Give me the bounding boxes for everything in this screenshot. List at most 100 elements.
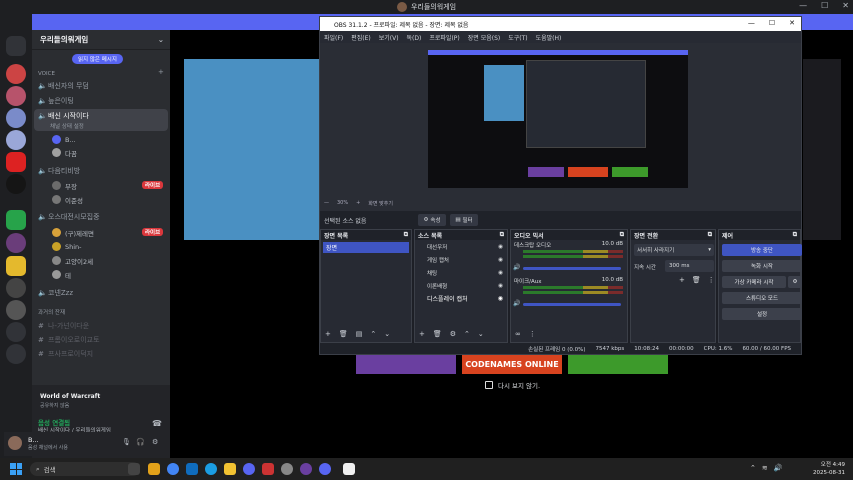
server-icon[interactable] (6, 152, 26, 172)
voice-channel[interactable]: 🔈 오스대전시모집중 (38, 211, 100, 223)
explore-icon[interactable] (6, 344, 26, 364)
close-icon[interactable]: ✕ (789, 19, 795, 27)
maximize-icon[interactable]: ☐ (821, 1, 828, 10)
app-icon[interactable] (281, 463, 293, 475)
menu-scene-collection[interactable]: 장면 모음(S) (468, 33, 500, 42)
source-item[interactable]: 대선우저 ◉ (415, 240, 507, 253)
dock-menu-icon[interactable]: ⧉ (620, 231, 624, 239)
app-icon[interactable] (343, 463, 355, 475)
volume-icon[interactable]: 🔊 (513, 264, 520, 271)
eye-icon[interactable]: ◉ (498, 283, 503, 289)
explorer-icon[interactable] (224, 463, 236, 475)
voice-user[interactable]: 이준성 (52, 194, 83, 205)
add-icon[interactable]: + (419, 330, 425, 338)
text-channel[interactable]: # 나-가넌이다운 (38, 320, 89, 332)
voice-channel[interactable]: 🔈 배신 시작이다 (38, 110, 89, 122)
arrow-down-icon[interactable]: ⌄ (384, 330, 390, 338)
disconnect-icon[interactable]: ☎ (152, 419, 162, 428)
start-icon[interactable] (10, 463, 22, 475)
scene-item[interactable]: 장면 (323, 242, 409, 253)
gear-icon[interactable]: ⚙ (152, 438, 158, 446)
server-header[interactable]: 우리들의워게임 ⌄ (32, 30, 170, 50)
filter-icon[interactable]: ▤ (356, 330, 363, 338)
dm-home-icon[interactable] (6, 36, 26, 56)
task-view-icon[interactable] (128, 463, 140, 475)
obs-preview[interactable]: — 30% + 화면 맞추기 (320, 43, 801, 211)
dock-menu-icon[interactable]: ⧉ (708, 231, 712, 239)
menu-dock[interactable]: 독(D) (407, 33, 422, 42)
menu-file[interactable]: 파일(F) (324, 33, 343, 42)
source-item[interactable]: 이론배형 ◉ (415, 279, 507, 292)
transition-select[interactable]: 서서히 사라지기 ▾ (634, 244, 714, 256)
eye-icon[interactable]: ◉ (498, 257, 503, 263)
chevron-down-icon[interactable]: ⌄ (158, 35, 164, 44)
add-icon[interactable]: + (325, 330, 331, 338)
voice-user[interactable]: 다꿈 (52, 147, 77, 158)
volume-icon[interactable]: 🔊 (513, 300, 520, 307)
server-icon[interactable] (6, 64, 26, 84)
voice-user[interactable]: 테 (52, 269, 71, 280)
zoom-in-icon[interactable]: + (356, 200, 360, 207)
properties-button[interactable]: ⚙ 속성 (418, 214, 446, 226)
maximize-icon[interactable]: ☐ (769, 19, 775, 27)
menu-edit[interactable]: 편집(E) (351, 33, 371, 42)
duration-input[interactable]: 300 ms (665, 260, 714, 272)
start-recording-button[interactable]: 녹화 시작 (722, 260, 802, 272)
mic-icon[interactable]: 🎙 (122, 438, 131, 446)
eye-icon[interactable]: ◉ (498, 270, 503, 276)
volume-slider[interactable] (523, 267, 621, 270)
dock-menu-icon[interactable]: ⧉ (404, 231, 408, 239)
text-channel[interactable]: # 프롬이오로이교토 (38, 334, 100, 346)
arrow-down-icon[interactable]: ⌄ (478, 330, 484, 338)
minimize-icon[interactable]: — (799, 1, 807, 10)
server-icon[interactable] (6, 174, 26, 194)
server-icon[interactable] (6, 278, 26, 298)
server-icon[interactable] (6, 210, 26, 230)
fit-label[interactable]: 화면 맞추기 (368, 200, 393, 207)
app-icon[interactable] (300, 463, 312, 475)
voice-channel[interactable]: 🔈 코넨Zzz (38, 287, 73, 299)
server-icon[interactable] (6, 300, 26, 320)
dock-menu-icon[interactable]: ⧉ (793, 231, 797, 239)
trash-icon[interactable]: 🗑 (692, 276, 701, 284)
zoom-out-icon[interactable]: — (324, 200, 329, 207)
headphone-icon[interactable]: 🎧 (136, 438, 145, 446)
close-icon[interactable]: ✕ (842, 1, 849, 10)
add-icon[interactable]: + (679, 276, 685, 284)
chrome-icon[interactable] (167, 463, 179, 475)
settings-button[interactable]: 설정 (722, 308, 802, 320)
wifi-icon[interactable]: ≋ (762, 464, 768, 472)
source-item[interactable]: 디스플레이 캡처 ◉ (415, 292, 507, 305)
studio-mode-button[interactable]: 스튜디오 모드 (722, 292, 802, 304)
link-icon[interactable]: ∞ (515, 330, 521, 338)
voice-channel[interactable]: 🔈 늪은이팅 (38, 95, 74, 107)
voice-channel[interactable]: 🔈 배신자의 무덤 (38, 80, 89, 92)
text-channel[interactable]: # 프사프로이덕지 (38, 348, 93, 360)
volume-icon[interactable]: 🔊 (774, 464, 783, 472)
volume-slider[interactable] (523, 303, 621, 306)
server-icon[interactable] (6, 130, 26, 150)
add-channel-icon[interactable]: + (158, 68, 164, 76)
source-item[interactable]: 채팅 ◉ (415, 266, 507, 279)
filters-button[interactable]: ▤ 필터 (450, 214, 478, 226)
minimize-icon[interactable]: — (748, 19, 755, 27)
arrow-up-icon[interactable]: ⌃ (464, 330, 470, 338)
avatar[interactable] (8, 436, 22, 450)
trash-icon[interactable]: 🗑 (339, 330, 348, 338)
eye-icon[interactable]: ◉ (498, 244, 503, 250)
chevron-up-icon[interactable]: ⌃ (750, 464, 756, 472)
voice-user[interactable]: (구)제레면 (52, 227, 94, 238)
app-icon[interactable] (262, 463, 274, 475)
store-icon[interactable] (186, 463, 198, 475)
arrow-up-icon[interactable]: ⌃ (370, 330, 376, 338)
dont-show-checkbox[interactable] (485, 381, 493, 389)
edge-icon[interactable] (205, 463, 217, 475)
category-voice[interactable]: Voice (38, 68, 55, 80)
menu-view[interactable]: 보기(V) (379, 33, 399, 42)
app-icon[interactable] (148, 463, 160, 475)
voice-channel[interactable]: 🔈 다음티비방 (38, 165, 80, 177)
voice-user[interactable]: 고양이2세 (52, 255, 93, 266)
server-icon[interactable] (6, 233, 26, 253)
server-icon[interactable] (6, 256, 26, 276)
virtual-camera-settings-button[interactable]: ⚙ (788, 276, 802, 288)
